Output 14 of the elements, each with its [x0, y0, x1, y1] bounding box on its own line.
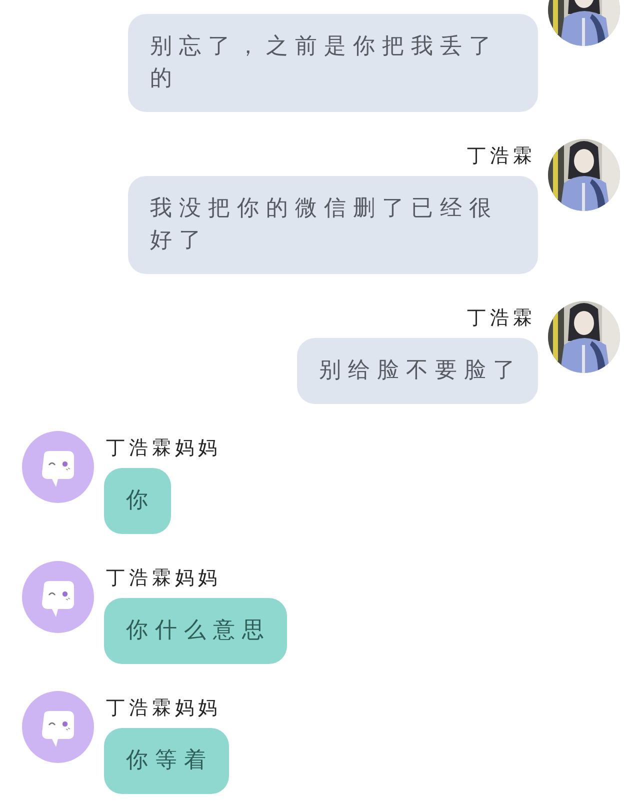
message-bubble: 别忘了，之前是你把我丢了的 — [128, 14, 538, 112]
chat-bubble-avatar-icon — [22, 431, 94, 503]
message-bubble: 你 — [104, 468, 171, 534]
chat-bubble-avatar-icon — [22, 561, 94, 633]
message-bubble: 你等着 — [104, 728, 229, 794]
sender-name: 丁浩霖妈妈 — [105, 696, 222, 721]
sender-name: 丁浩霖 — [466, 306, 537, 331]
message-bubble: 你什么意思 — [104, 598, 287, 664]
message-bubble: 别给脸不要脸了 — [297, 338, 538, 404]
sender-name: 丁浩霖妈妈 — [105, 436, 222, 461]
sender-name: 丁浩霖 — [466, 144, 537, 169]
message-bubble: 我没把你的微信删了已经很好了 — [128, 176, 538, 274]
chat-bubble-avatar-icon — [22, 691, 94, 763]
sender-name: 丁浩霖妈妈 — [105, 566, 222, 591]
